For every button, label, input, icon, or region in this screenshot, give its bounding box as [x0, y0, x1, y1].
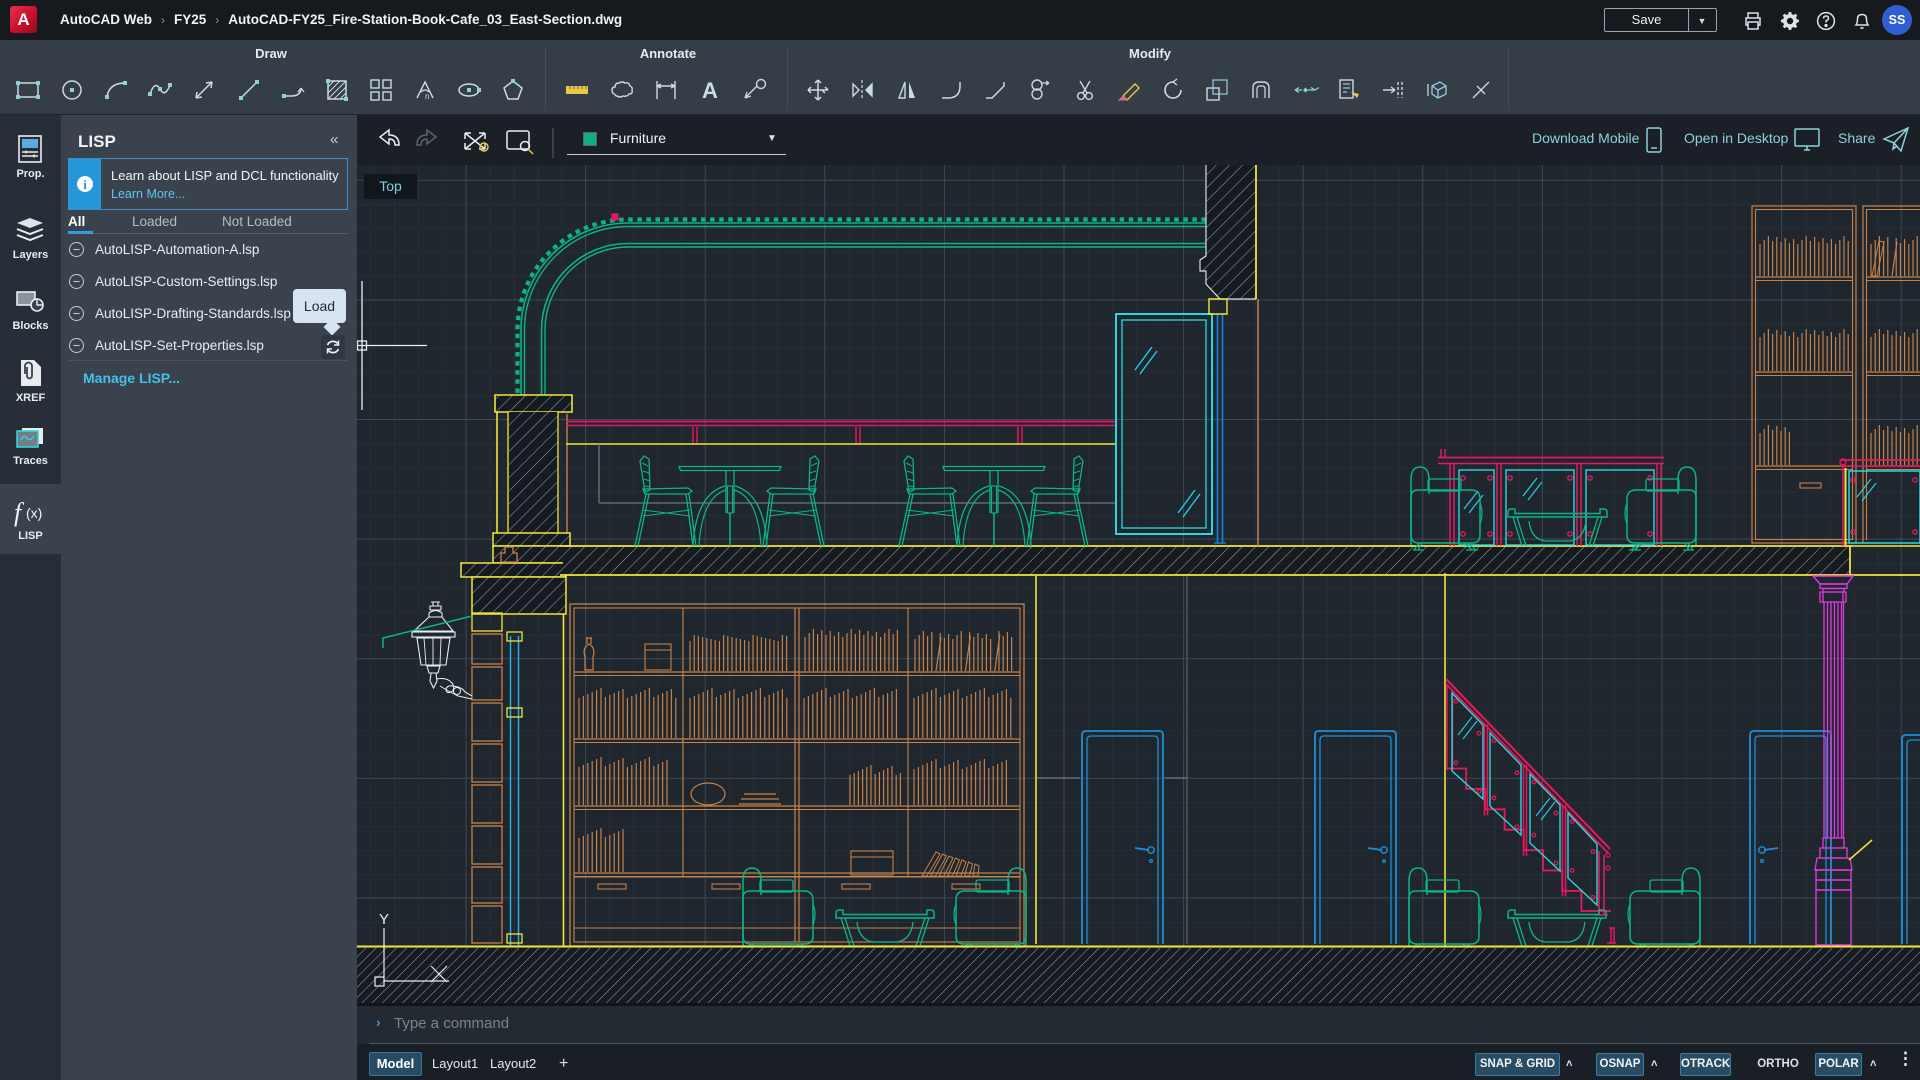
svg-text:Y: Y: [379, 911, 389, 928]
svg-text:f: f: [14, 498, 25, 527]
svg-text:A: A: [702, 78, 718, 103]
svg-text:(x): (x): [26, 505, 42, 521]
svg-text:n: n: [425, 92, 429, 101]
svg-text:i: i: [83, 177, 87, 192]
